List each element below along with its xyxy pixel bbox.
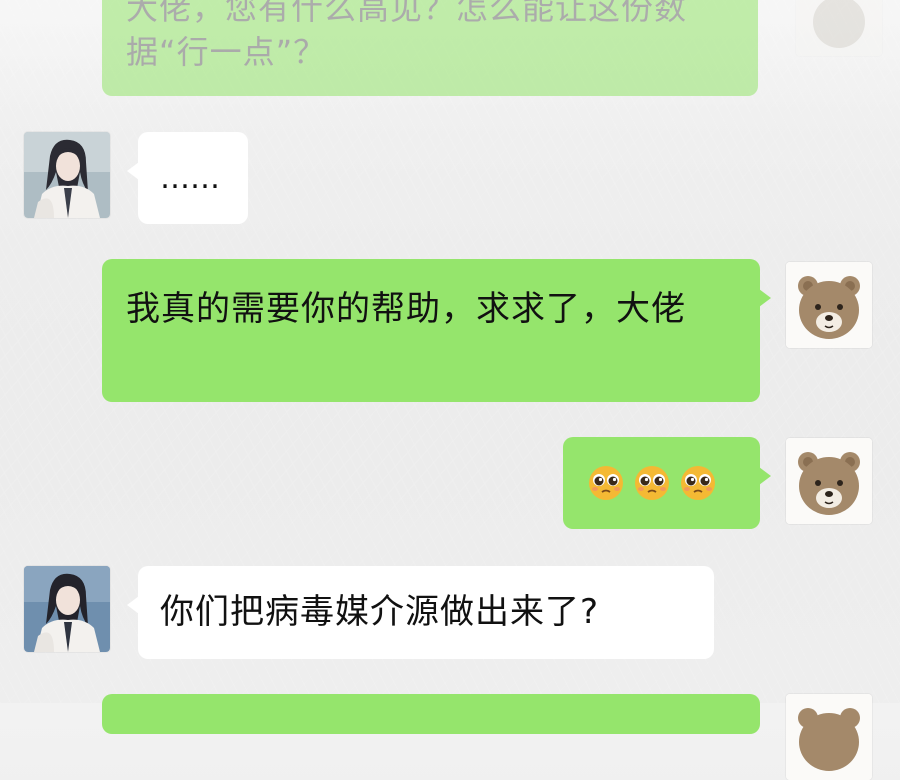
my-message-bubble[interactable]: 我真的需要你的帮助，求求了，大佬 xyxy=(102,259,771,402)
contact-message-bubble[interactable]: …… xyxy=(127,132,248,224)
my-message-bubble[interactable] xyxy=(563,437,771,529)
message-text: 大佬，您有什么高见？怎么能让这份数据“行一点”？ xyxy=(126,0,688,71)
contact-message-bubble[interactable]: 你们把病毒媒介源做出来了? xyxy=(127,566,714,659)
girl-portrait-avatar-icon[interactable] xyxy=(24,132,110,218)
message-text: 你们把病毒媒介源做出来了? xyxy=(160,592,600,632)
pleading-emoji-icon xyxy=(681,466,715,500)
pleading-emoji-icon xyxy=(635,466,669,500)
pleading-emoji-icon xyxy=(589,466,623,500)
message-text: 我真的需要你的帮助，求求了，大佬 xyxy=(126,289,686,329)
bear-avatar-icon[interactable] xyxy=(786,694,872,780)
bear-avatar-icon[interactable] xyxy=(786,438,872,524)
bear-avatar-icon[interactable] xyxy=(796,0,882,56)
message-text: …… xyxy=(160,161,220,196)
emoji-row xyxy=(587,463,717,501)
my-message-bubble[interactable]: 大佬，您有什么高见？怎么能让这份数据“行一点”？ xyxy=(102,0,758,96)
bear-avatar-icon[interactable] xyxy=(786,262,872,348)
my-message-bubble[interactable] xyxy=(102,694,760,734)
girl-portrait-avatar-icon[interactable] xyxy=(24,566,110,652)
